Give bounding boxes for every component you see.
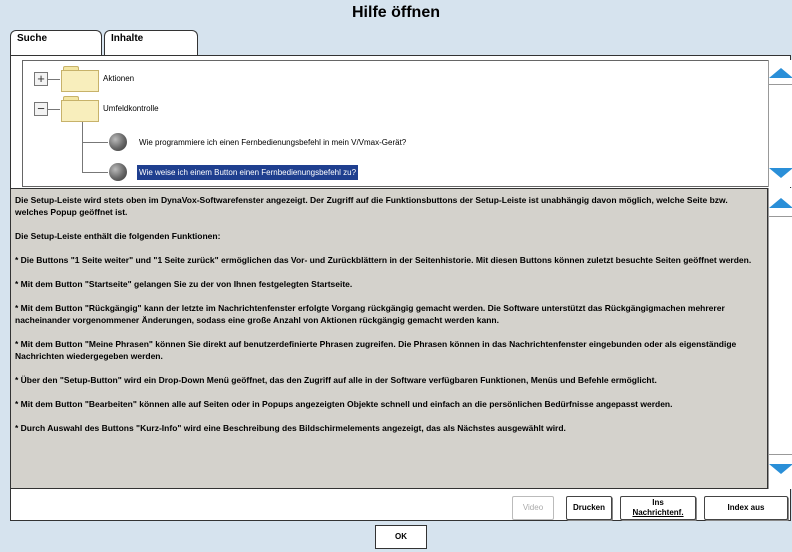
scroll-down-arrow-icon[interactable] (769, 168, 792, 178)
to-message-label-1: Ins (652, 498, 664, 507)
topic-tree: + Aktionen − Umfeldkontrolle Wie program… (22, 60, 769, 187)
help-paragraph: * Durch Auswahl des Buttons "Kurz-Info" … (15, 423, 566, 433)
help-paragraph: * Die Buttons "1 Seite weiter" und "1 Se… (15, 255, 752, 265)
video-button[interactable]: Video (512, 496, 554, 520)
help-paragraph: * Mit dem Button "Startseite" gelangen S… (15, 279, 353, 289)
tree-item[interactable]: Wie programmiere ich einen Fernbedienung… (139, 138, 406, 147)
folder-icon (61, 66, 99, 92)
topic-bullet-icon (109, 133, 127, 151)
tree-connector (82, 122, 83, 172)
to-message-window-button[interactable]: Ins Nachrichtenf. (620, 496, 696, 520)
scroll-up-arrow-icon[interactable] (769, 68, 792, 78)
help-paragraph: * Mit dem Button "Meine Phrasen" können … (15, 339, 737, 361)
tree-connector (48, 79, 60, 80)
tree-connector (48, 109, 60, 110)
tree-group-umfeldkontrolle[interactable]: Umfeldkontrolle (103, 104, 159, 113)
scroll-down-arrow-icon[interactable] (769, 464, 792, 474)
help-paragraph: * Über den "Setup-Button" wird ein Drop-… (15, 375, 657, 385)
tree-connector (82, 142, 108, 143)
help-content: Die Setup-Leiste wird stets oben im Dyna… (10, 188, 768, 489)
collapse-icon[interactable]: − (34, 102, 48, 116)
index-toggle-button[interactable]: Index aus (704, 496, 788, 520)
tree-group-aktionen[interactable]: Aktionen (103, 74, 134, 83)
window-title: Hilfe öffnen (352, 4, 440, 21)
help-paragraph: Die Setup-Leiste wird stets oben im Dyna… (15, 195, 728, 217)
tab-suche[interactable]: Suche (10, 30, 102, 56)
tree-item-selected[interactable]: Wie weise ich einem Button einen Fernbed… (137, 165, 359, 180)
tree-scrollbar[interactable] (768, 60, 792, 187)
help-paragraph: * Mit dem Button "Bearbeiten" können all… (15, 399, 673, 409)
content-scrollbar[interactable] (768, 188, 792, 489)
scroll-up-arrow-icon[interactable] (769, 198, 792, 208)
ok-button[interactable]: OK (375, 525, 427, 549)
tab-inhalte[interactable]: Inhalte (104, 30, 198, 56)
print-button[interactable]: Drucken (566, 496, 612, 520)
folder-icon (61, 96, 99, 122)
help-paragraph: Die Setup-Leiste enthält die folgenden F… (15, 231, 221, 241)
to-message-label-2: Nachrichtenf. (632, 508, 684, 517)
topic-bullet-icon (109, 163, 127, 181)
help-paragraph: * Mit dem Button "Rückgängig" kann der l… (15, 303, 725, 325)
tree-connector (82, 172, 108, 173)
expand-icon[interactable]: + (34, 72, 48, 86)
